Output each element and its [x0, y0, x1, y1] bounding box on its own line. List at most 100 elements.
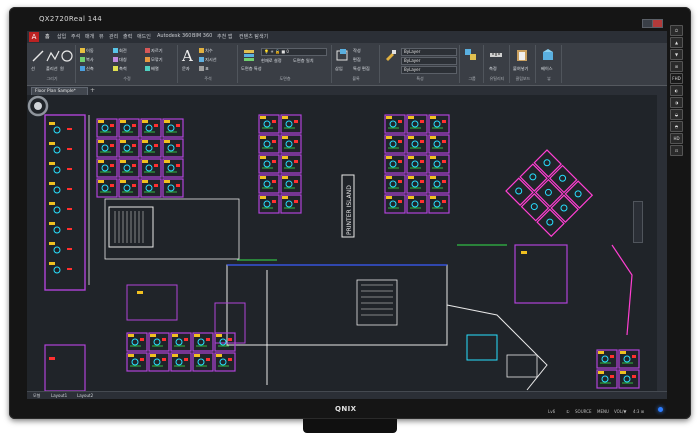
- view-panel: 베이스 뷰: [537, 45, 562, 83]
- dimension-icon: [199, 48, 204, 53]
- side-mode3-button[interactable]: ◒: [670, 109, 683, 120]
- tab-view[interactable]: 뷰: [99, 33, 104, 40]
- tab-autodesk-360[interactable]: Autodesk 360: [157, 33, 192, 39]
- printer-island-label: PRINTER ISLAND: [346, 185, 353, 235]
- side-mode4-button[interactable]: ◓: [670, 121, 683, 132]
- layer-dropdown[interactable]: 💡 ☀ 🔓 ■ 0: [261, 48, 327, 56]
- side-power-button[interactable]: ⏻: [670, 25, 683, 36]
- draw-circle-button[interactable]: 원: [60, 66, 64, 72]
- tab-annotate[interactable]: 주석: [71, 33, 80, 40]
- vertical-scrollbar[interactable]: [657, 95, 667, 391]
- mirror-button[interactable]: 대칭: [113, 57, 127, 63]
- application-menu-button[interactable]: A: [29, 32, 39, 42]
- side-screen-button[interactable]: ⊡: [670, 145, 683, 156]
- polyline-tool-icon[interactable]: [46, 49, 60, 63]
- color-dropdown[interactable]: ByLayer: [401, 48, 457, 56]
- line-tool-icon[interactable]: [31, 49, 45, 63]
- annotation-panel-label: 주석: [204, 76, 212, 81]
- clipboard-panel: 붙여넣기 클립보드: [511, 45, 536, 83]
- annotation-panel: A 문자 치수 지시선 표 주석: [179, 45, 238, 83]
- circle-tool-icon[interactable]: [60, 49, 74, 63]
- monitor-stand: [303, 419, 397, 433]
- monitor: QX2720Real 144 A 홈 삽입 주석 매개 뷰 관리 출력 애드인 …: [9, 7, 691, 419]
- side-mode2-button[interactable]: ◑: [670, 97, 683, 108]
- draw-polyline-button[interactable]: 폴리선: [46, 66, 58, 72]
- fillet-button[interactable]: 모깎기: [145, 57, 163, 63]
- scale-button[interactable]: 축척: [113, 66, 127, 72]
- status-bar: 모형 Layout1 Layout2: [27, 391, 667, 399]
- groups-panel-label: 그룹: [468, 76, 476, 81]
- layer-properties-button[interactable]: 도면층 특성: [241, 66, 262, 72]
- monitor-control-lv6[interactable]: Lv6: [548, 409, 555, 414]
- monitor-side-buttons: ⏻ ▲ ▼ ⊞ FHD ◐ ◑ ◒ ◓ HD ⊡: [669, 25, 683, 395]
- draw-line-button[interactable]: 선: [31, 66, 35, 72]
- monitor-control-source[interactable]: SOURCE: [575, 409, 592, 414]
- tab-home[interactable]: 홈: [45, 33, 50, 40]
- tab-bim-360[interactable]: BIM 360: [192, 33, 212, 39]
- insert-block-icon[interactable]: [335, 48, 349, 62]
- tab-addins[interactable]: 애드인: [137, 33, 151, 40]
- table-button[interactable]: 표: [199, 66, 209, 72]
- new-tab-plus-icon[interactable]: +: [90, 87, 95, 94]
- text-tool-icon[interactable]: A: [182, 47, 193, 65]
- monitor-control-volume[interactable]: VOL/▼: [614, 409, 626, 414]
- navigation-bar[interactable]: [633, 201, 643, 243]
- modify-panel-label: 수정: [123, 76, 131, 81]
- side-up-button[interactable]: ▲: [670, 37, 683, 48]
- tab-content-explorer[interactable]: 컨텐츠 탐색기: [239, 33, 268, 40]
- draw-panel-label: 그리기: [46, 76, 58, 81]
- power-led-icon: [658, 407, 663, 412]
- match-properties-icon[interactable]: [383, 48, 397, 62]
- side-mode1-button[interactable]: ◐: [670, 85, 683, 96]
- view-panel-label: 뷰: [547, 76, 551, 81]
- tab-insert[interactable]: 삽입: [57, 33, 66, 40]
- side-down-button[interactable]: ▼: [670, 49, 683, 60]
- move-icon: [80, 48, 85, 53]
- monitor-control-info[interactable]: ①: [566, 409, 570, 414]
- linetype-dropdown[interactable]: ByLayer: [401, 57, 457, 65]
- floor-plan-drawing: PRINTER ISLAND: [44, 114, 640, 391]
- match-layer-button[interactable]: 도면층 일치: [293, 58, 314, 64]
- mirror-icon: [113, 57, 118, 62]
- tab-featured-apps[interactable]: 추천 앱: [217, 33, 232, 40]
- layer-properties-icon[interactable]: [242, 48, 256, 62]
- tab-parametric[interactable]: 매개: [85, 33, 94, 40]
- leader-button[interactable]: 지시선: [199, 57, 217, 63]
- base-view-button[interactable]: 베이스: [541, 66, 553, 72]
- group-icon[interactable]: [464, 48, 478, 62]
- base-view-icon[interactable]: [541, 48, 555, 62]
- move-button[interactable]: 이동: [80, 48, 94, 54]
- drawing-canvas[interactable]: PRINTER ISLAND: [27, 95, 657, 391]
- paste-button[interactable]: 붙여넣기: [513, 66, 528, 72]
- rotate-button[interactable]: 회전: [113, 48, 127, 54]
- side-grid-button[interactable]: ⊞: [670, 61, 683, 72]
- properties-panel-label: 특성: [416, 76, 424, 81]
- trim-button[interactable]: 자르기: [145, 48, 163, 54]
- tab-manage[interactable]: 관리: [109, 33, 118, 40]
- side-hd-button[interactable]: HD: [670, 133, 683, 144]
- side-fhd-button[interactable]: FHD: [670, 73, 683, 84]
- layout2-tab[interactable]: Layout2: [77, 393, 93, 398]
- layout1-tab[interactable]: Layout1: [51, 393, 67, 398]
- array-button[interactable]: 배열: [145, 66, 159, 72]
- edit-attributes-button[interactable]: 특성 편집: [353, 66, 370, 72]
- create-block-button[interactable]: 작성: [353, 48, 361, 54]
- measure-icon[interactable]: [489, 48, 503, 62]
- navigation-wheel-icon[interactable]: [27, 95, 49, 117]
- measure-button[interactable]: 측정: [489, 66, 497, 72]
- edit-block-button[interactable]: 편집: [353, 57, 361, 63]
- stretch-button[interactable]: 신축: [80, 66, 94, 72]
- close-window-button[interactable]: [652, 19, 663, 28]
- set-current-button[interactable]: 현재로 설정: [261, 58, 282, 64]
- groups-panel: 그룹: [461, 45, 484, 83]
- block-panel: 삽입 작성 편집 특성 편집 블록: [333, 45, 380, 83]
- paste-icon[interactable]: [515, 48, 529, 62]
- insert-button[interactable]: 삽입: [335, 66, 343, 72]
- copy-button[interactable]: 복사: [80, 57, 94, 63]
- monitor-control-aspect[interactable]: 4:3 ⊞: [633, 409, 644, 414]
- dimension-button[interactable]: 치수: [199, 48, 213, 54]
- tab-output[interactable]: 출력: [123, 33, 132, 40]
- lineweight-dropdown[interactable]: ByLayer: [401, 66, 457, 74]
- text-button[interactable]: 문자: [182, 66, 190, 72]
- monitor-control-menu[interactable]: MENU: [597, 409, 609, 414]
